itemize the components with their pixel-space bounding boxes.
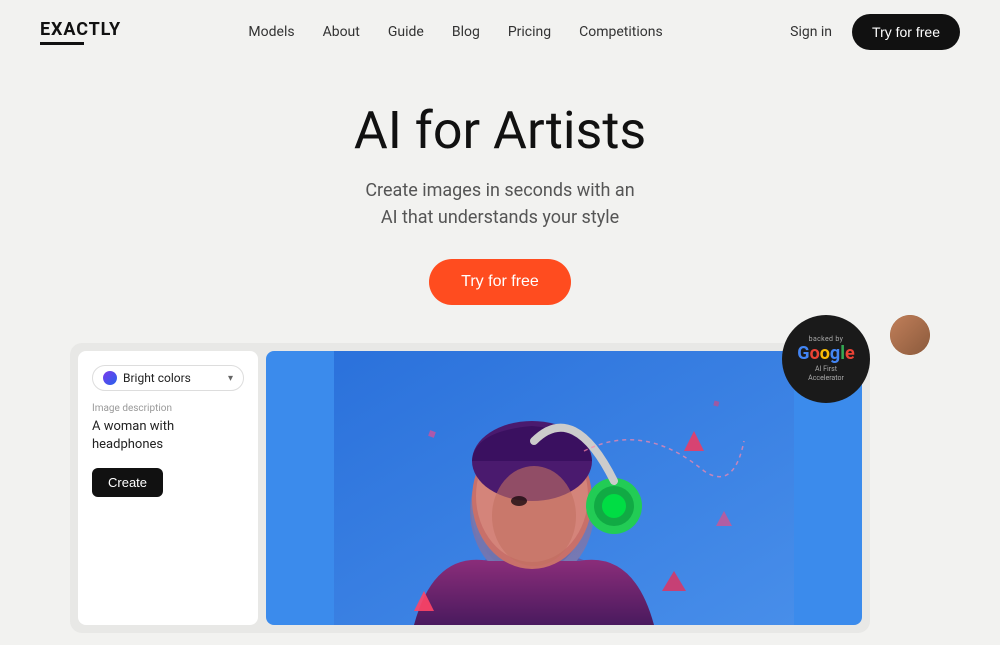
avatar-image: [890, 315, 930, 355]
nav-link-models[interactable]: Models: [248, 24, 294, 40]
google-badge: backed by Google AI FirstAccelerator: [782, 315, 870, 403]
badge-sub-text: AI FirstAccelerator: [808, 365, 844, 383]
nav-links: Models About Guide Blog Pricing Competit…: [248, 24, 662, 40]
nav-link-competitions[interactable]: Competitions: [579, 24, 663, 40]
nav-try-free-button[interactable]: Try for free: [852, 14, 960, 50]
style-selector[interactable]: Bright colors ▾: [92, 365, 244, 391]
demo-container: backed by Google AI FirstAccelerator Bri…: [70, 325, 930, 645]
chevron-down-icon: ▾: [228, 373, 233, 384]
nav-link-pricing[interactable]: Pricing: [508, 24, 551, 40]
badge-backed-text: backed by: [809, 335, 844, 343]
hero-subtitle: Create images in seconds with an AI that…: [0, 177, 1000, 231]
hero-subtitle-line2: AI that understands your style: [381, 207, 619, 228]
hero-subtitle-line1: Create images in seconds with an: [365, 180, 634, 201]
nav-link-about[interactable]: About: [323, 24, 360, 40]
hero-section: AI for Artists Create images in seconds …: [0, 64, 1000, 325]
ai-generated-image: [266, 351, 862, 625]
navbar: exactly Models About Guide Blog Pricing …: [0, 0, 1000, 64]
badge-google-name: Google: [797, 345, 854, 363]
left-panel: Bright colors ▾ Image description A woma…: [78, 351, 258, 625]
image-desc-label: Image description: [92, 403, 244, 414]
signin-link[interactable]: Sign in: [790, 24, 832, 40]
nav-link-blog[interactable]: Blog: [452, 24, 480, 40]
app-window: Bright colors ▾ Image description A woma…: [70, 343, 870, 633]
logo[interactable]: exactly: [40, 19, 121, 45]
hero-title: AI for Artists: [0, 100, 1000, 161]
logo-underline: [40, 42, 84, 45]
style-label-text: Bright colors: [123, 371, 222, 385]
image-panel: ✦ ✏ ● ⬆ 👁 ⚙: [266, 351, 862, 625]
create-button[interactable]: Create: [92, 468, 163, 497]
image-desc-text: A woman with headphones: [92, 418, 244, 454]
nav-right: Sign in Try for free: [790, 14, 960, 50]
user-avatar[interactable]: [890, 315, 930, 355]
hero-try-free-button[interactable]: Try for free: [429, 259, 571, 305]
logo-text: exactly: [40, 19, 121, 40]
style-dot: [103, 371, 117, 385]
nav-link-guide[interactable]: Guide: [388, 24, 424, 40]
